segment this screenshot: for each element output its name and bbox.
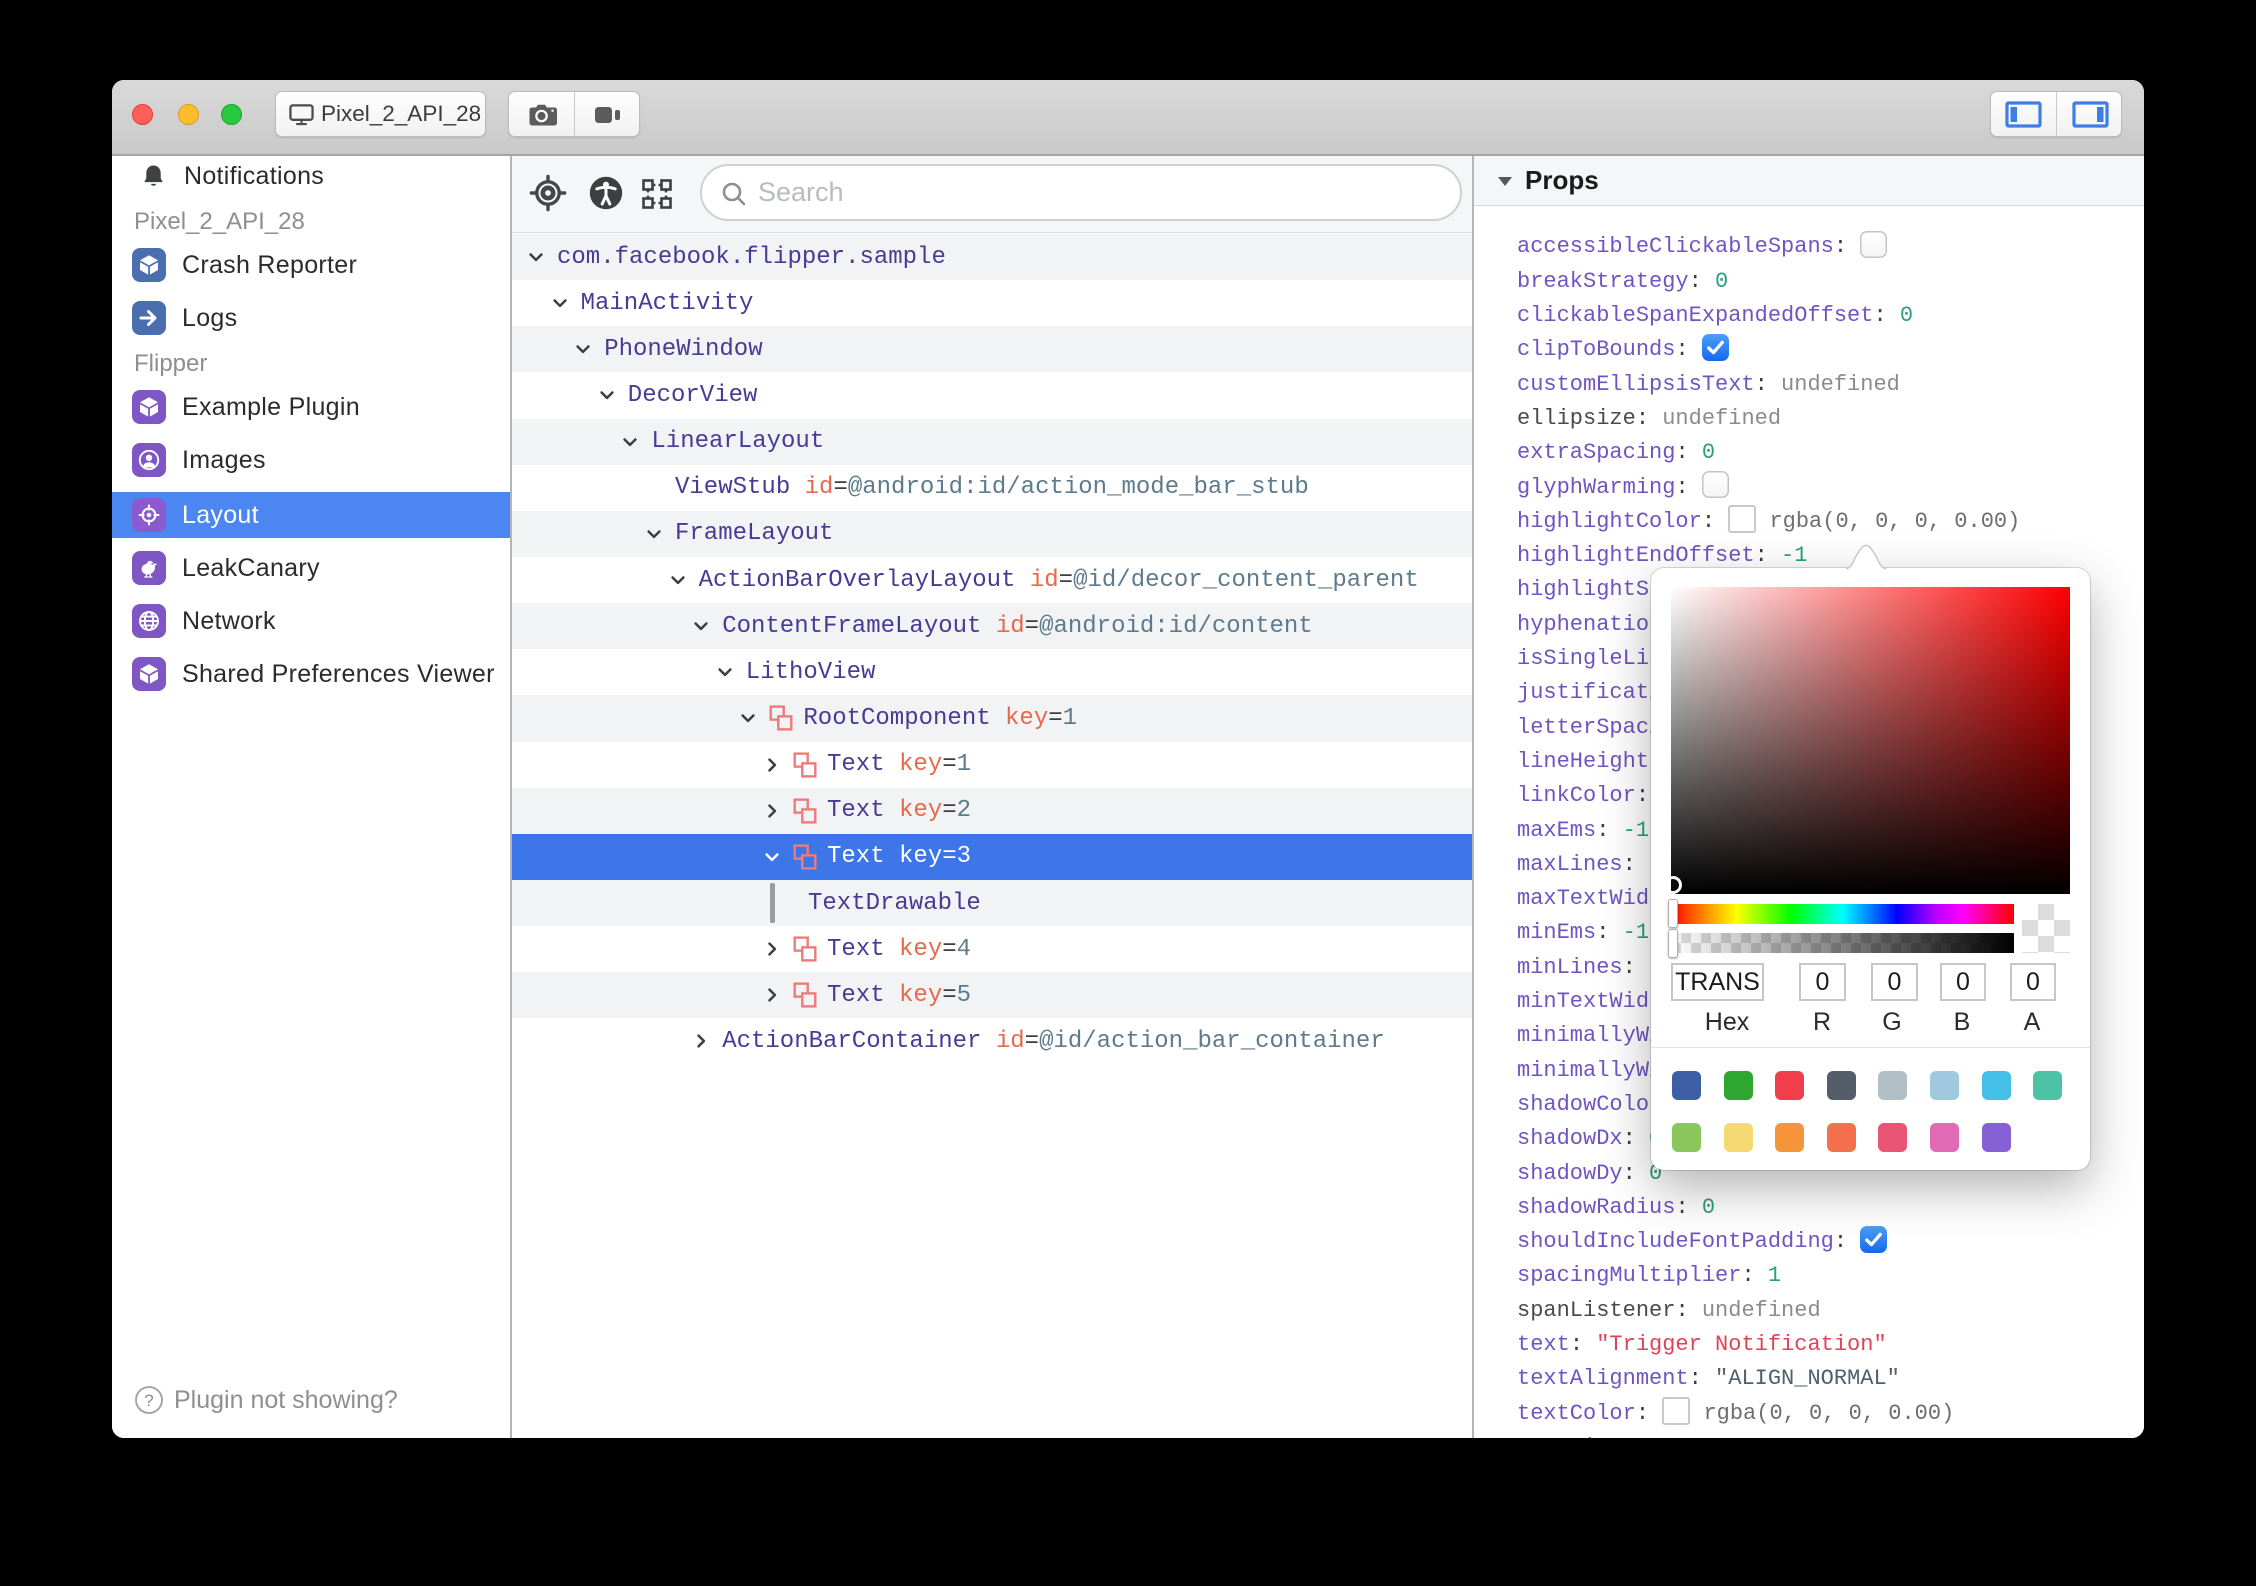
svg-text:?: ? (144, 1391, 153, 1410)
